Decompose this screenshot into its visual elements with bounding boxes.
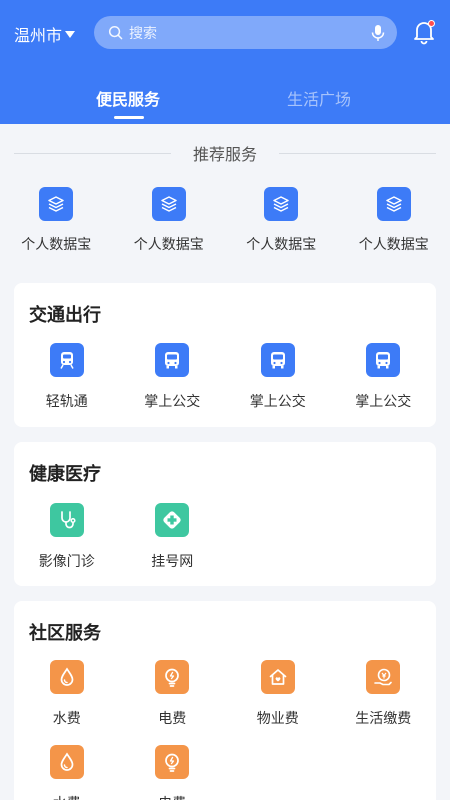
service-item-label: 生活缴费 — [355, 711, 412, 727]
recommended-item-label: 个人数据宝 — [246, 237, 317, 253]
microphone-icon[interactable] — [371, 24, 385, 42]
medical-cross-icon — [155, 503, 190, 537]
bus-icon — [366, 343, 401, 377]
service-item-property-fee[interactable]: 物业费 — [225, 660, 331, 745]
active-tab-indicator — [114, 116, 144, 119]
service-item-label: 掌上公交 — [355, 394, 412, 410]
lightbulb-icon — [155, 745, 190, 779]
recommended-item[interactable]: 个人数据宝 — [0, 187, 113, 254]
service-item-label: 水费 — [53, 793, 81, 800]
service-item-water-fee[interactable]: 水费 — [14, 660, 120, 745]
service-item-label: 电费 — [158, 793, 186, 800]
service-item-electricity-fee[interactable]: 电费 — [120, 660, 226, 745]
service-item-label: 电费 — [158, 711, 187, 727]
recommended-title: 推荐服务 — [193, 145, 258, 164]
recommended-item-label: 个人数据宝 — [21, 237, 92, 253]
recommended-item-label: 个人数据宝 — [133, 237, 204, 253]
bus-icon — [260, 343, 295, 377]
water-drop-icon — [49, 660, 84, 694]
service-item-bus[interactable]: 掌上公交 — [225, 343, 331, 428]
notification-bell-icon[interactable] — [411, 19, 437, 45]
divider — [279, 152, 437, 154]
recommended-item-label: 个人数据宝 — [358, 237, 429, 253]
service-item-label: 掌上公交 — [249, 394, 306, 410]
search-placeholder: 搜索 — [129, 25, 157, 42]
layers-icon — [39, 187, 74, 221]
layers-icon — [151, 187, 186, 221]
recommended-item[interactable]: 个人数据宝 — [113, 187, 226, 254]
transport-section-card: 交通出行 轻轨通 掌上公交 掌上公交 掌上公交 — [14, 283, 436, 427]
service-item-imaging-clinic[interactable]: 影像门诊 — [14, 503, 120, 588]
recommended-item[interactable]: 个人数据宝 — [338, 187, 450, 254]
layers-icon — [264, 187, 299, 221]
notification-badge — [428, 20, 435, 27]
service-item-label: 水费 — [52, 711, 81, 727]
layers-icon — [376, 187, 411, 221]
section-title: 社区服务 — [29, 623, 101, 644]
app-header: 温州市 搜索 便民服务 生活广场 — [0, 0, 450, 124]
payment-icon — [366, 660, 401, 694]
service-item-label: 影像门诊 — [38, 554, 95, 570]
lightbulb-icon — [155, 660, 190, 694]
service-item-light-rail[interactable]: 轻轨通 — [14, 343, 120, 428]
transport-services-grid: 轻轨通 掌上公交 掌上公交 掌上公交 — [14, 343, 436, 428]
service-item-label: 轻轨通 — [45, 394, 88, 410]
health-services-grid: 影像门诊 挂号网 — [14, 503, 436, 588]
recommended-item[interactable]: 个人数据宝 — [225, 187, 338, 254]
service-item-bus[interactable]: 掌上公交 — [331, 343, 437, 428]
bus-icon — [155, 343, 190, 377]
city-selector[interactable]: 温州市 — [14, 22, 76, 46]
service-item-living-payment[interactable]: 生活缴费 — [331, 660, 437, 745]
divider — [14, 152, 171, 154]
tab-convenience-services[interactable]: 便民服务 — [96, 86, 160, 110]
service-item-electricity-fee[interactable]: 电费 — [120, 745, 226, 800]
water-drop-icon — [49, 745, 84, 779]
recommended-section-header: 推荐服务 — [0, 141, 450, 165]
community-section-card: 社区服务 水费 电费 物业费 生活缴费 — [14, 601, 436, 800]
caret-down-icon — [65, 31, 76, 38]
recommended-list: 个人数据宝 个人数据宝 个人数据宝 个人数据宝 — [0, 187, 450, 254]
train-icon — [49, 343, 84, 377]
stethoscope-icon — [49, 503, 84, 537]
service-item-water-fee[interactable]: 水费 — [14, 745, 120, 800]
city-label: 温州市 — [14, 26, 63, 45]
service-item-label: 掌上公交 — [144, 394, 201, 410]
search-icon — [108, 25, 123, 40]
service-item-registration[interactable]: 挂号网 — [120, 503, 226, 588]
section-title: 健康医疗 — [29, 464, 101, 485]
house-icon — [260, 660, 295, 694]
service-item-label: 挂号网 — [151, 554, 194, 570]
tab-life-plaza[interactable]: 生活广场 — [287, 86, 351, 110]
community-services-grid: 水费 电费 物业费 生活缴费 水费 — [14, 660, 436, 800]
section-title: 交通出行 — [29, 305, 101, 326]
service-item-bus[interactable]: 掌上公交 — [120, 343, 226, 428]
search-input[interactable]: 搜索 — [94, 16, 397, 49]
health-section-card: 健康医疗 影像门诊 挂号网 — [14, 442, 436, 586]
service-item-label: 物业费 — [256, 711, 299, 727]
